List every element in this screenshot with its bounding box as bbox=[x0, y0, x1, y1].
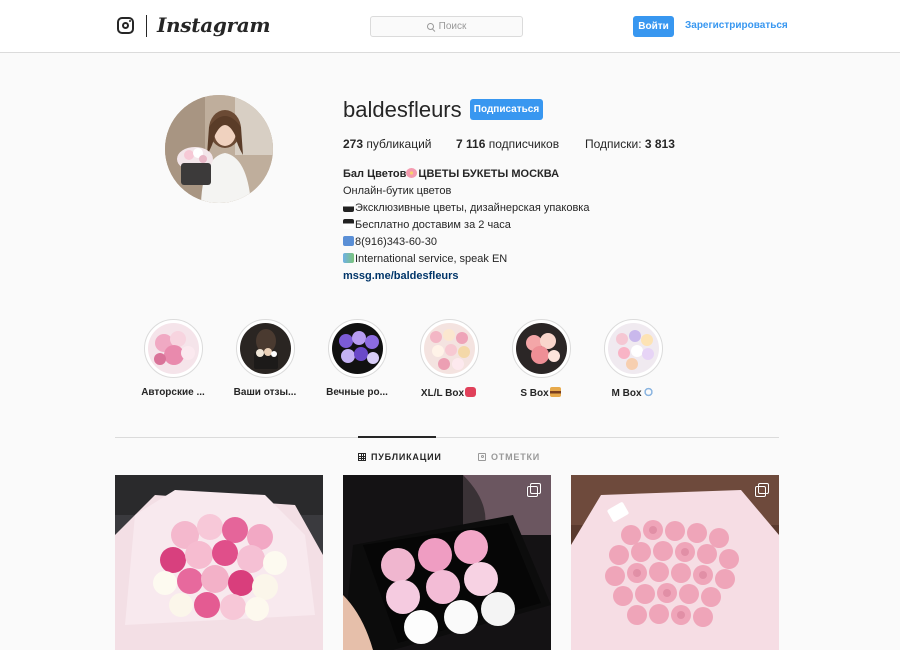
signup-link[interactable]: Зарегистрироваться bbox=[685, 20, 788, 31]
highlight-item[interactable]: Вечные ро... bbox=[317, 319, 397, 398]
search-icon bbox=[426, 23, 434, 30]
highlight-label-row: XL/L Box bbox=[409, 387, 489, 399]
highlight-label: Авторские ... bbox=[141, 387, 205, 398]
search-input[interactable]: Поиск bbox=[370, 16, 523, 37]
highlight-ring bbox=[603, 319, 663, 378]
highlight-cover bbox=[423, 323, 475, 374]
bio-line-2: Эксклюзивные цветы, дизайнерская упаковк… bbox=[355, 202, 590, 214]
bio-line-1: Онлайн-бутик цветов bbox=[343, 185, 452, 197]
highlight-item[interactable]: M Box bbox=[593, 319, 673, 399]
highlight-item[interactable]: Авторские ... bbox=[133, 319, 213, 398]
highlight-label: M Box bbox=[611, 388, 642, 399]
top-emoji-icon bbox=[343, 202, 354, 212]
world-map-emoji-icon bbox=[343, 253, 354, 263]
highlight-item[interactable]: XL/L Box bbox=[409, 319, 489, 399]
highlight-label: Вечные ро... bbox=[326, 387, 388, 398]
tab-tagged[interactable]: ОТМЕТКИ bbox=[478, 452, 540, 462]
tag-icon bbox=[478, 453, 486, 461]
tab-tagged-label: ОТМЕТКИ bbox=[491, 452, 541, 462]
active-tab-indicator bbox=[358, 436, 436, 438]
soon-emoji-icon bbox=[343, 219, 354, 229]
highlight-label-row: M Box bbox=[593, 387, 673, 399]
highlight-cover bbox=[331, 323, 383, 374]
following-label: Подписки: bbox=[585, 137, 642, 151]
highlight-cover bbox=[239, 323, 291, 374]
posts-count-stat: 273 публикаций bbox=[343, 137, 432, 151]
posts-label: публикаций bbox=[366, 137, 432, 151]
bio-line-4: 8(916)343-60-30 bbox=[355, 236, 437, 248]
top-nav: Instagram Поиск Войти Зарегистрироваться bbox=[0, 0, 900, 53]
highlight-label: Ваши отзы... bbox=[233, 387, 297, 398]
following-count: 3 813 bbox=[644, 137, 675, 151]
profile-username: baldesfleurs bbox=[343, 97, 462, 122]
post-thumbnail[interactable] bbox=[571, 475, 779, 650]
phone-emoji-icon bbox=[343, 236, 354, 246]
bio-name-suffix: ЦВЕТЫ БУКЕТЫ МОСКВА bbox=[418, 168, 560, 180]
burger-emoji-icon bbox=[549, 387, 561, 397]
followers-label: подписчиков bbox=[488, 137, 560, 151]
highlight-label: S Box bbox=[520, 388, 549, 399]
logo-divider bbox=[146, 15, 147, 37]
highlight-ring bbox=[419, 319, 479, 378]
bio-website-link[interactable]: mssg.me/baldesfleurs bbox=[343, 270, 459, 282]
bio-line-5: International service, speak EN bbox=[355, 253, 508, 265]
profile-bio: Бал Цветов ЦВЕТЫ БУКЕТЫ МОСКВА Онлайн-бут… bbox=[343, 166, 703, 285]
grid-icon bbox=[358, 453, 366, 461]
highlight-cover bbox=[147, 323, 199, 374]
post-thumbnail[interactable] bbox=[115, 475, 323, 650]
tabs-divider bbox=[115, 437, 779, 438]
highlight-cover bbox=[607, 323, 659, 374]
instagram-glyph-icon[interactable] bbox=[117, 17, 134, 34]
highlight-ring bbox=[143, 319, 203, 378]
followers-count: 7 116 bbox=[456, 137, 486, 151]
follow-button[interactable]: Подписаться bbox=[470, 99, 543, 120]
login-button[interactable]: Войти bbox=[633, 16, 674, 37]
tab-posts[interactable]: ПУБЛИКАЦИИ bbox=[358, 452, 442, 462]
bio-name-line: Бал Цветов ЦВЕТЫ БУКЕТЫ МОСКВА bbox=[343, 166, 703, 183]
highlight-ring bbox=[327, 319, 387, 378]
ribbon-emoji-icon bbox=[465, 387, 477, 397]
highlight-label: XL/L Box bbox=[420, 388, 465, 399]
highlight-label-row: S Box bbox=[501, 387, 581, 399]
multiple-photos-icon bbox=[755, 483, 769, 497]
bio-line-4-row: 8(916)343-60-30 bbox=[343, 234, 703, 251]
multiple-photos-icon bbox=[527, 483, 541, 497]
ring-emoji-icon bbox=[642, 387, 654, 397]
highlight-ring bbox=[511, 319, 571, 378]
bio-line-5-row: International service, speak EN bbox=[343, 251, 703, 268]
profile-avatar[interactable] bbox=[165, 95, 273, 203]
bio-line-3-row: Бесплатно доставим за 2 часа bbox=[343, 217, 703, 234]
posts-count: 273 bbox=[343, 137, 364, 151]
bio-line-2-row: Эксклюзивные цветы, дизайнерская упаковк… bbox=[343, 200, 703, 217]
bio-name: Бал Цветов bbox=[343, 168, 407, 180]
highlight-cover bbox=[515, 323, 567, 374]
search-placeholder: Поиск bbox=[438, 21, 467, 32]
bio-line-3: Бесплатно доставим за 2 часа bbox=[355, 219, 511, 231]
highlight-ring bbox=[235, 319, 295, 378]
followers-stat[interactable]: 7 116 подписчиков bbox=[456, 137, 559, 151]
post-thumbnail[interactable] bbox=[343, 475, 551, 650]
highlight-item[interactable]: S Box bbox=[501, 319, 581, 399]
instagram-wordmark[interactable]: Instagram bbox=[157, 13, 271, 37]
following-stat[interactable]: Подписки: 3 813 bbox=[585, 137, 675, 151]
blossom-emoji-icon bbox=[406, 168, 418, 178]
highlight-item[interactable]: Ваши отзы... bbox=[225, 319, 305, 398]
tab-posts-label: ПУБЛИКАЦИИ bbox=[371, 452, 442, 462]
